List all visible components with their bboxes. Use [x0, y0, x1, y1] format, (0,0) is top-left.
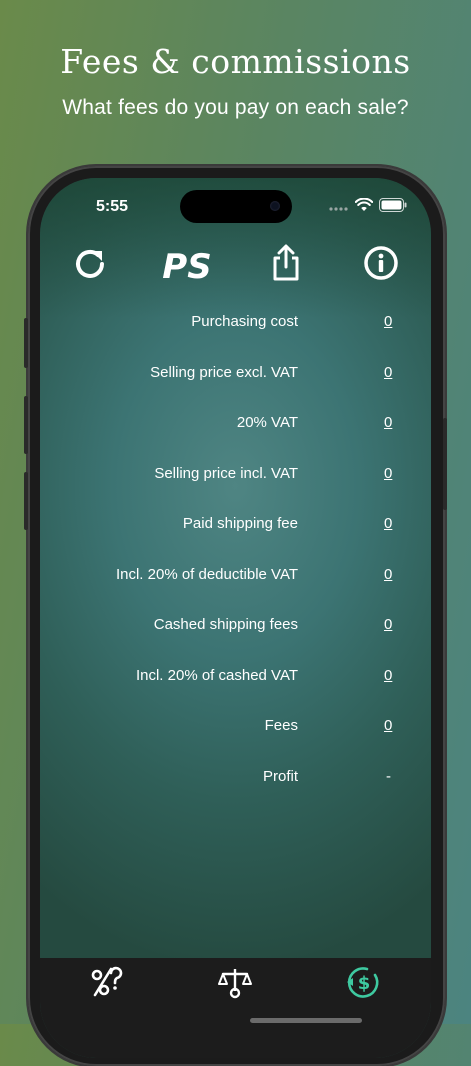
row-label: Fees: [264, 717, 298, 734]
row-value-field[interactable]: 0: [384, 616, 392, 633]
row-purchasing-cost: Purchasing cost 0: [40, 306, 431, 357]
row-fees: Fees 0: [40, 710, 431, 761]
row-label: Selling price excl. VAT: [150, 363, 298, 381]
row-value-field[interactable]: 0: [384, 515, 392, 532]
refresh-icon: [72, 245, 108, 286]
row-value-field[interactable]: 0: [384, 313, 392, 330]
dollar-refresh-icon: $: [345, 964, 381, 1005]
headline: Fees & commissions: [60, 42, 411, 81]
dynamic-island: [180, 190, 292, 223]
row-value-field[interactable]: 0: [384, 364, 392, 381]
toolbar: PS: [40, 244, 431, 294]
status-icons: [329, 197, 407, 217]
calculation-list: Purchasing cost 0 Selling price excl. VA…: [40, 306, 431, 811]
refresh-button[interactable]: [70, 244, 110, 286]
app-logo: PS: [158, 244, 216, 286]
row-label: Paid shipping fee: [182, 515, 298, 532]
side-button-power: [443, 418, 447, 510]
info-icon: [363, 245, 399, 286]
row-label: Selling price incl. VAT: [154, 464, 298, 482]
row-cashed-shipping-fees: Cashed shipping fees 0: [40, 609, 431, 660]
row-label: Profit: [262, 767, 298, 785]
row-value-field[interactable]: 0: [384, 414, 392, 431]
tab-balance[interactable]: [215, 966, 255, 1002]
tab-dollar[interactable]: $: [343, 966, 383, 1002]
row-value-field[interactable]: 0: [384, 667, 392, 684]
side-button-volume-down: [24, 472, 28, 530]
percent-question-icon: [89, 965, 123, 1004]
row-value-readonly: -: [386, 767, 391, 785]
share-icon: [271, 244, 301, 287]
battery-icon: [379, 198, 407, 217]
row-label: Incl. 20% of cashed VAT: [135, 666, 298, 684]
row-label: Incl. 20% of deductible VAT: [115, 565, 298, 583]
row-value-field[interactable]: 0: [384, 465, 392, 482]
row-profit: Profit -: [40, 761, 431, 812]
signal-dots-icon: [329, 199, 349, 217]
row-label: 20% VAT: [236, 414, 298, 431]
wifi-icon: [354, 197, 374, 217]
row-selling-price-incl-vat: Selling price incl. VAT 0: [40, 458, 431, 509]
row-paid-shipping-fee: Paid shipping fee 0: [40, 508, 431, 559]
side-button-volume-up: [24, 396, 28, 454]
tab-bar: $: [40, 958, 431, 1058]
tab-percent[interactable]: [86, 966, 126, 1002]
share-button[interactable]: [266, 244, 306, 286]
info-button[interactable]: [360, 244, 402, 286]
row-vat: 20% VAT 0: [40, 407, 431, 458]
home-indicator: [250, 1018, 362, 1023]
svg-text:$: $: [358, 973, 371, 994]
row-deductible-vat: Incl. 20% of deductible VAT 0: [40, 559, 431, 610]
row-label: Cashed shipping fees: [153, 616, 298, 633]
row-selling-price-excl-vat: Selling price excl. VAT 0: [40, 357, 431, 408]
row-value-field[interactable]: 0: [384, 717, 392, 734]
camera-icon: [270, 201, 280, 211]
app-screen: 5:55 PS Purchasing cost 0 Selling price …: [40, 178, 431, 1058]
row-value-field[interactable]: 0: [384, 566, 392, 583]
row-label: Purchasing cost: [191, 313, 298, 330]
status-time: 5:55: [96, 198, 129, 215]
balance-scale-icon: [218, 965, 252, 1004]
side-button-silent: [24, 318, 28, 368]
subheadline: What fees do you pay on each sale?: [62, 96, 409, 119]
logo-text: PS: [162, 247, 211, 285]
row-cashed-vat: Incl. 20% of cashed VAT 0: [40, 660, 431, 711]
